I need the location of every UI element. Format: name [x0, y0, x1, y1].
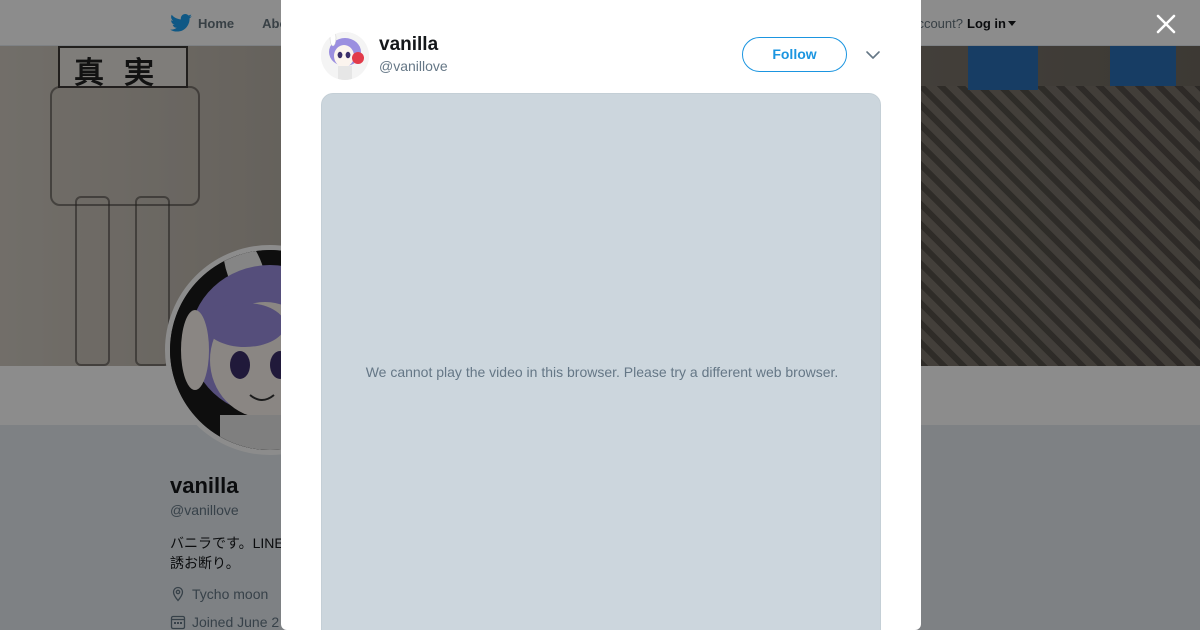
modal-avatar-illustration [321, 32, 369, 80]
follow-button[interactable]: Follow [742, 37, 847, 72]
tweet-modal: vanilla @vanillove Follow We cannot play… [281, 0, 921, 630]
close-icon[interactable] [1152, 10, 1180, 38]
modal-author-handle[interactable]: @vanillove [379, 58, 448, 74]
modal-avatar[interactable] [321, 32, 369, 80]
chevron-down-icon[interactable] [864, 46, 882, 64]
video-player[interactable]: We cannot play the video in this browser… [321, 93, 881, 630]
video-unsupported-message: We cannot play the video in this browser… [365, 364, 839, 380]
modal-author-name[interactable]: vanilla [379, 34, 438, 56]
